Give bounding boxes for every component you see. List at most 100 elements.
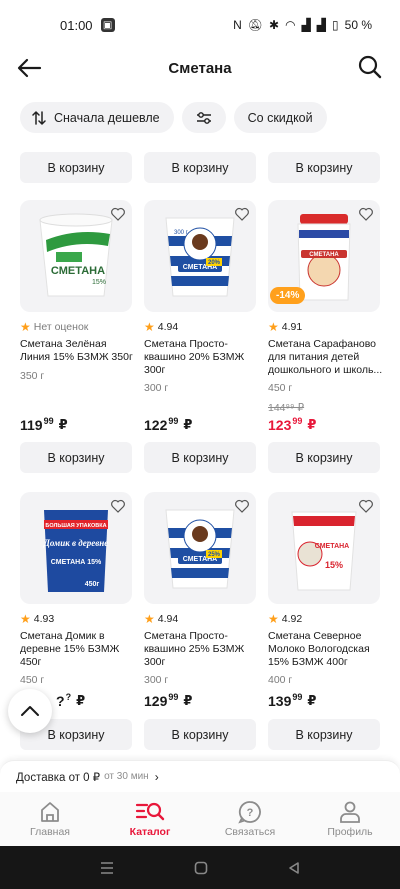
product-image[interactable]: СМЕТАНА 25% [144,492,256,604]
discount-badge: -14% [270,287,306,304]
nav-catalog[interactable]: Каталог [100,792,200,846]
search-icon[interactable] [358,54,382,80]
star-icon: ★ [144,320,155,334]
filter-bar: Сначала дешевле Со скидкой [20,102,327,133]
add-to-cart-button[interactable]: В корзину [268,152,380,183]
favorite-heart-icon[interactable] [234,498,250,514]
add-to-cart-button[interactable]: В корзину [268,719,380,750]
rating-value: 4.93 [33,613,55,625]
svg-text:Домик в деревне: Домик в деревне [43,538,109,548]
bluetooth-icon: ✱ [269,18,280,32]
page-title: Сметана [168,59,232,77]
product-image[interactable]: СМЕТАНА 20% 300 г [144,200,256,312]
add-to-cart-button[interactable]: В корзину [268,442,380,473]
rating: ★ 4.94 [144,612,178,626]
add-to-cart-button[interactable]: В корзину [20,442,132,473]
nav-profile[interactable]: Профиль [300,792,400,846]
notification-icon: ▣ [100,18,115,32]
filter-settings-chip[interactable] [181,102,226,133]
product-image[interactable]: БОЛЬШАЯ УПАКОВКА Домик в деревне СМЕТАНА… [20,492,132,604]
product-image[interactable]: СМЕТАНА 15% [20,200,132,312]
nav-home[interactable]: Главная [0,792,100,846]
product-name[interactable]: Сметана Зелёная Линия 15% БЗМЖ 350г [20,338,136,364]
product-image[interactable]: СМЕТАНА 15% [268,492,380,604]
favorite-heart-icon[interactable] [110,206,126,222]
product-weight: 300 г [144,382,169,394]
star-icon: ★ [20,320,31,334]
product-name[interactable]: Сметана Сарафаново для питания детей дош… [268,338,384,377]
delivery-time: от 30 мин [104,771,149,782]
product-price: 139 99 ₽ [268,692,317,709]
scroll-top-button[interactable] [8,689,52,733]
home-system-icon[interactable] [194,861,208,875]
mute-icon: 🔕︎ [247,18,264,32]
product-price: 122 99 ₽ [144,416,193,433]
sort-label: Сначала дешевле [54,110,160,125]
product-name[interactable]: Сметана Просто-квашино 20% БЗМЖ 300г [144,338,260,377]
product-weight: 300 г [144,674,169,686]
signal2-icon: ▟ [316,18,327,32]
svg-text:300 г: 300 г [174,230,189,236]
star-icon: ★ [20,612,31,626]
help-chat-icon: ? [238,801,261,824]
add-to-cart-button[interactable]: В корзину [20,152,132,183]
favorite-heart-icon[interactable] [358,498,374,514]
status-icons: N 🔕︎ ✱ ◠ ▟ ▟ ▯ 50 % [233,18,372,32]
bottom-nav: Главная Каталог ? Связаться Профиль [0,792,400,846]
nav-contact[interactable]: ? Связаться [200,792,300,846]
nav-profile-label: Профиль [327,826,373,838]
product-grid: В корзину В корзину В корзину СМЕТАНА 15… [0,150,400,760]
sort-icon [32,110,46,126]
star-icon: ★ [268,320,279,334]
nav-home-label: Главная [30,826,70,838]
battery-icon: ▯ [332,18,339,32]
home-icon [41,802,59,822]
sliders-icon [196,111,211,124]
wifi-icon: ◠ [285,18,296,32]
chevron-right-icon: › [154,769,159,784]
product-price: 119 99 ₽ [20,416,68,433]
svg-text:СМЕТАНА: СМЕТАНА [315,543,349,550]
add-to-cart-button[interactable]: В корзину [144,152,256,183]
add-to-cart-button[interactable]: В корзину [144,442,256,473]
rating-value: 4.94 [157,613,179,625]
recent-apps-icon[interactable] [99,861,115,875]
svg-text:СМЕТАНА 15%: СМЕТАНА 15% [51,559,102,566]
product-weight: 450 г [20,674,45,686]
product-name[interactable]: Сметана Северное Молоко Вологодская 15% … [268,630,384,669]
status-time: 01:00 [60,17,93,33]
product-name[interactable]: Сметана Просто-квашино 25% БЗМЖ 300г [144,630,260,669]
product-name[interactable]: Сметана Домик в деревне 15% БЗМЖ 450г [20,630,136,669]
add-to-cart-button[interactable]: В корзину [144,719,256,750]
svg-text:15%: 15% [325,560,343,570]
nav-catalog-label: Каталог [129,826,171,838]
sort-chip[interactable]: Сначала дешевле [20,102,174,133]
nav-contact-label: Связаться [224,826,276,838]
rating-value: 4.92 [281,613,303,625]
back-system-icon[interactable] [287,861,301,875]
svg-text:СМЕТАНА: СМЕТАНА [51,265,105,277]
favorite-heart-icon[interactable] [358,206,374,222]
status-bar: 01:00 ▣ N 🔕︎ ✱ ◠ ▟ ▟ ▯ 50 % [0,0,400,50]
discount-chip[interactable]: Со скидкой [233,102,327,133]
product-price: 129 99 ₽ [144,692,193,709]
svg-text:?: ? [247,807,254,819]
svg-text:СМЕТАНА: СМЕТАНА [309,252,339,258]
favorite-heart-icon[interactable] [234,206,250,222]
profile-icon [340,801,360,823]
delivery-bar[interactable]: Доставка от 0 ₽ от 30 мин › [0,760,400,792]
old-price: 144⁹⁹ ₽ [268,402,305,414]
chevron-up-icon [21,706,39,716]
catalog-search-icon [135,802,165,821]
svg-text:15%: 15% [92,279,106,286]
rating: ★ 4.92 [268,612,302,626]
delivery-text: Доставка от 0 ₽ [16,771,101,784]
rating-value: Нет оценок [33,321,89,333]
header: Сметана [0,50,400,86]
system-nav-bar [0,846,400,889]
rating: ★ 4.93 [20,612,54,626]
back-arrow-icon[interactable] [16,56,42,80]
product-image[interactable]: СМЕТАНА -14% [268,200,380,312]
rating: ★ 4.94 [144,320,178,334]
favorite-heart-icon[interactable] [110,498,126,514]
